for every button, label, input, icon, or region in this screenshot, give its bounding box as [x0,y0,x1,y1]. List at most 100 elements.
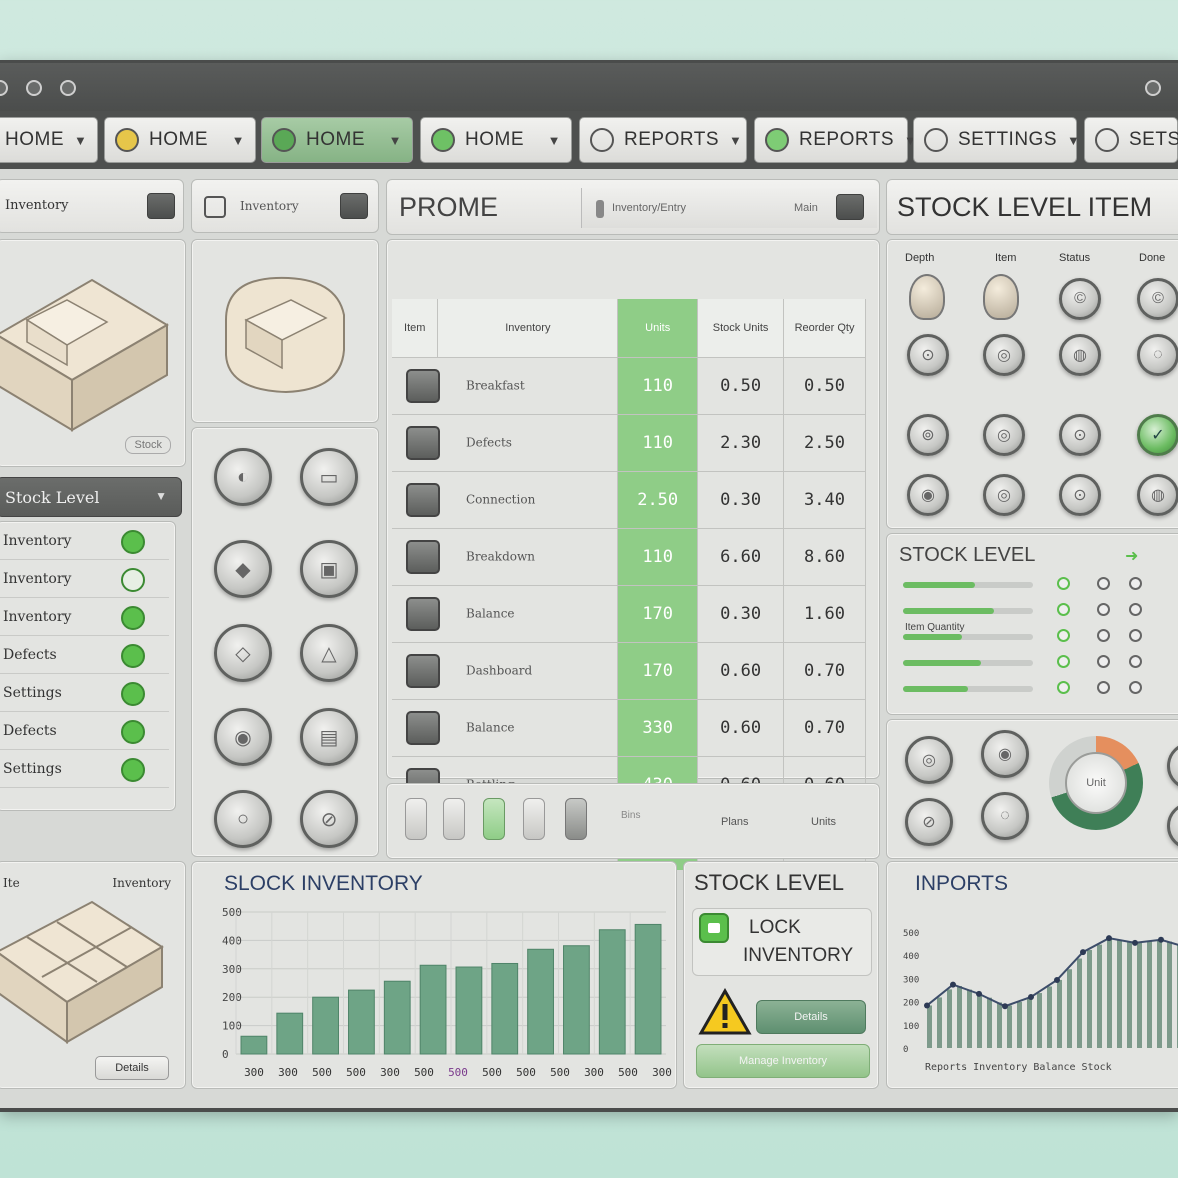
status-dot-icon[interactable] [1097,603,1110,616]
chart-bar[interactable] [563,945,590,1055]
chart-bar[interactable] [348,989,375,1055]
search-bar[interactable]: Inventory/Entry Main [581,188,877,228]
status-dot-icon[interactable] [1129,603,1142,616]
data-point[interactable] [924,1002,930,1009]
tab-settings[interactable]: Sets [1084,117,1178,163]
chart-bar[interactable] [527,948,554,1055]
data-point[interactable] [1158,936,1164,943]
status-icon[interactable]: ⊚ [907,414,949,456]
tab-home-active[interactable]: Home ▼ [261,117,413,163]
chart-bar[interactable] [383,980,411,1055]
table-row[interactable]: Breakfast 110 0.50 0.50 [392,356,866,414]
item-icon[interactable]: ◉ [214,708,272,766]
chart-bar[interactable] [419,964,447,1055]
table-row[interactable]: Dashboard 170 0.60 0.70 [392,641,866,699]
item-icon[interactable]: ○ [214,790,272,848]
tab-settings[interactable]: Settings ▼ [913,117,1080,163]
status-dot-icon[interactable] [1097,655,1110,668]
status-dot-icon[interactable] [1129,577,1142,590]
status-icon[interactable]: ◌ [1137,334,1178,376]
window-control-icon[interactable] [60,80,76,96]
status-icon-active[interactable]: ✓ [1137,414,1178,456]
item-icon[interactable]: ▭ [300,448,358,506]
status-dot-icon[interactable] [1097,681,1110,694]
data-point[interactable] [1054,976,1060,983]
control-icon[interactable]: ◉ [981,730,1029,778]
chart-bar[interactable] [455,966,483,1055]
table-row[interactable]: Breakdown 110 6.60 8.60 [392,527,866,585]
search-input[interactable]: Inventory/Entry [612,202,686,214]
control-icon[interactable]: ⊘ [905,798,953,846]
chart-bar[interactable] [598,929,626,1055]
item-icon[interactable] [983,274,1019,320]
data-point[interactable] [1080,949,1086,956]
tab-home[interactable]: Home ▼ [104,117,256,163]
control-icon[interactable] [1167,802,1178,850]
col-header[interactable]: Reorder Qty [783,299,866,357]
data-point[interactable] [1028,993,1034,1000]
table-row[interactable]: Defects 110 2.30 2.50 [392,413,866,471]
col-header[interactable]: Units [617,299,699,357]
list-item[interactable]: Inventory [0,598,169,636]
item-icon[interactable]: ◇ [214,624,272,682]
tab-reports[interactable]: Reports ▼ [754,117,917,163]
item-icon[interactable]: ◆ [214,540,272,598]
item-icon[interactable]: ▤ [300,708,358,766]
collapse-button[interactable] [340,193,368,219]
tab-home[interactable]: Home ▼ [0,117,98,163]
control-icon[interactable]: ◌ [981,792,1029,840]
table-row[interactable]: Balance 170 0.30 1.60 [392,584,866,642]
stock-level-dropdown[interactable]: Stock Level ▼ [0,477,182,517]
bin-icon[interactable] [523,798,545,840]
col-header[interactable]: Item [392,299,439,357]
chart-bar[interactable] [491,962,519,1055]
item-icon[interactable] [909,274,945,320]
status-icon[interactable]: ⊙ [1059,474,1101,516]
status-dot-icon[interactable] [1129,681,1142,694]
manage-inventory-button[interactable]: Manage Inventory [696,1044,870,1078]
item-icon[interactable]: ⊘ [300,790,358,848]
status-icon[interactable]: © [1059,278,1101,320]
status-icon[interactable]: ⊙ [907,334,949,376]
table-row[interactable]: Connection 2.50 0.30 3.40 [392,470,866,528]
control-icon[interactable]: ◎ [905,736,953,784]
control-icon[interactable] [1167,742,1178,790]
window-control-icon[interactable] [26,80,42,96]
item-icon[interactable]: ◐ [214,448,272,506]
list-item[interactable]: Defects [0,712,169,750]
bin-icon[interactable] [443,798,465,840]
item-icon[interactable]: ▣ [300,540,358,598]
chart-bar[interactable] [240,1035,268,1055]
col-header[interactable]: Stock Units [697,299,785,357]
status-dot-icon[interactable] [1129,629,1142,642]
col-header[interactable]: Inventory [437,299,619,357]
status-icon[interactable]: ◎ [983,334,1025,376]
chart-bar[interactable] [276,1012,304,1055]
data-point[interactable] [976,990,982,997]
bin-icon[interactable] [405,798,427,840]
status-dot-icon[interactable] [1097,577,1110,590]
status-icon[interactable]: © [1137,278,1178,320]
list-item[interactable]: Inventory [0,560,169,598]
status-icon[interactable]: ⊙ [1059,414,1101,456]
status-icon[interactable]: ◉ [907,474,949,516]
table-row[interactable]: Balance 330 0.60 0.70 [392,698,866,756]
status-dot-icon[interactable] [1057,629,1070,642]
status-dot-icon[interactable] [1057,577,1070,590]
data-point[interactable] [950,981,956,988]
details-button[interactable]: Details [95,1056,169,1080]
window-menu-icon[interactable] [1145,80,1161,96]
window-control-icon[interactable] [0,80,8,96]
status-dot-icon[interactable] [1057,603,1070,616]
list-item[interactable]: Settings [0,750,169,788]
tab-home[interactable]: Home ▼ [420,117,572,163]
tab-reports[interactable]: Reports ▼ [579,117,747,163]
status-dot-icon[interactable] [1057,681,1070,694]
bin-icon[interactable] [565,798,587,840]
list-item[interactable]: Settings [0,674,169,712]
data-point[interactable] [1002,1003,1008,1010]
list-item[interactable]: Inventory [0,522,169,560]
item-icon[interactable]: △ [300,624,358,682]
details-button[interactable]: Details [756,1000,866,1034]
search-button[interactable] [836,194,864,220]
